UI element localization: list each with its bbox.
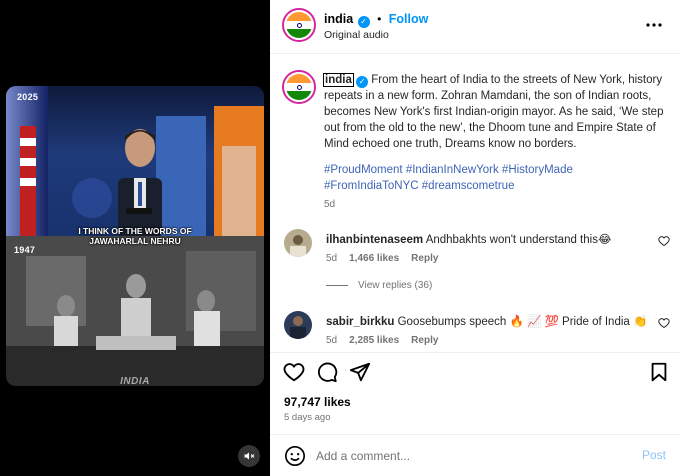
media-viewer[interactable]: 2025 I THINK OF THE WORDS OF JAWAHARLAL …: [0, 0, 270, 476]
video-caption-line-1: I THINK OF THE WORDS OF: [78, 226, 192, 236]
verified-badge-icon: ✓: [357, 15, 370, 28]
hashtags[interactable]: #ProudMoment #IndianInNewYork #HistoryMa…: [324, 162, 670, 194]
view-replies-button[interactable]: View replies (36): [326, 280, 432, 291]
india-watermark: INDIA: [120, 376, 150, 386]
reply-button[interactable]: Reply: [411, 253, 438, 264]
reel-video[interactable]: 2025 I THINK OF THE WORDS OF JAWAHARLAL …: [6, 86, 264, 386]
caption-text: From the heart of India to the streets o…: [324, 74, 664, 150]
reply-button[interactable]: Reply: [411, 335, 438, 346]
post-timestamp: 5 days ago: [284, 412, 331, 423]
view-replies-label[interactable]: View replies (36): [358, 280, 432, 291]
commenter-avatar[interactable]: [284, 229, 312, 257]
more-horizontal-icon: [646, 23, 662, 27]
comment-age: 5d: [326, 253, 338, 264]
heart-icon[interactable]: [283, 361, 305, 383]
author-username[interactable]: india: [324, 12, 353, 26]
comment-composer: Post: [270, 434, 680, 476]
post-header: india ✓ • Follow Original audio: [270, 0, 680, 54]
smiley-icon[interactable]: [284, 445, 306, 467]
paper-plane-icon[interactable]: [349, 361, 371, 383]
year-label-1947: 1947: [14, 245, 36, 255]
follow-button[interactable]: Follow: [389, 12, 429, 26]
comment-likes[interactable]: 2,285 likes: [349, 335, 399, 346]
replies-divider: [326, 285, 348, 286]
caption-avatar[interactable]: [282, 70, 316, 104]
more-options-button[interactable]: [644, 15, 664, 35]
audio-link[interactable]: Original audio: [324, 29, 389, 41]
likes-count[interactable]: 97,747 likes: [284, 395, 351, 409]
post-button[interactable]: Post: [642, 448, 666, 462]
action-bar: 97,747 likes 5 days ago: [270, 352, 680, 432]
comment-text: Andhbakhts won't understand this: [425, 234, 598, 246]
heart-icon[interactable]: [658, 235, 670, 247]
hashtags-line-2[interactable]: #FromIndiaToNYC #dreamscometrue: [324, 178, 670, 194]
archival-scene-illustration: [6, 236, 264, 386]
separator-dot: •: [377, 12, 382, 26]
clip-2025: 2025 I THINK OF THE WORDS OF: [6, 86, 264, 236]
comment-likes[interactable]: 1,466 likes: [349, 253, 399, 264]
speech-scene-illustration: [6, 86, 264, 236]
post-panel: india ✓ • Follow Original audio india ✓ …: [270, 0, 680, 476]
comment-input[interactable]: [316, 447, 616, 465]
mute-button[interactable]: [238, 445, 260, 467]
commenter-avatar[interactable]: [284, 311, 312, 339]
video-caption-line-2: JAWAHARLAL NEHRU: [89, 236, 181, 246]
speaker-muted-icon: [244, 452, 255, 460]
comment-age: 5d: [326, 335, 338, 346]
comment-text: Goosebumps speech 🔥 📈 💯 Pride of India 👏: [397, 316, 648, 328]
bookmark-icon[interactable]: [648, 361, 670, 383]
author-avatar[interactable]: [282, 8, 316, 42]
comment-bubble-icon[interactable]: [316, 361, 338, 383]
caption-username[interactable]: india: [323, 73, 354, 87]
caption-age: 5d: [324, 199, 336, 210]
verified-badge-icon: ✓: [356, 76, 369, 88]
comment-username[interactable]: ilhanbintenaseem: [326, 234, 423, 246]
heart-icon[interactable]: [658, 317, 670, 329]
hashtags-line-1[interactable]: #ProudMoment #IndianInNewYork #HistoryMa…: [324, 162, 670, 178]
clip-1947: JAWAHARLAL NEHRU 1947 INDIA: [6, 236, 264, 386]
year-label-2025: 2025: [17, 92, 39, 102]
comment-username[interactable]: sabir_birkku: [326, 316, 394, 328]
laughing-emoji-icon: 😂: [597, 234, 612, 246]
